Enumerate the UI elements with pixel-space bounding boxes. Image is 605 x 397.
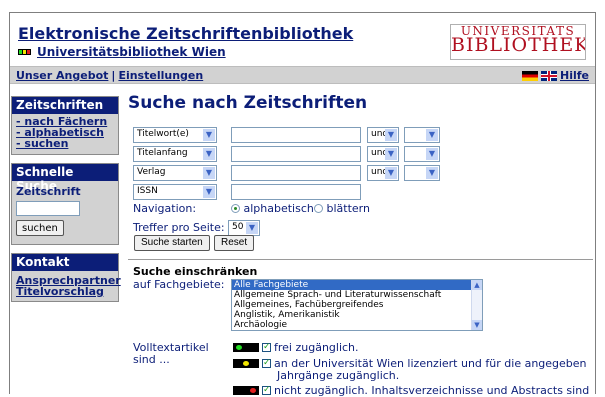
page-title: Suche nach Zeitschriften [128, 93, 368, 113]
chevron-down-icon: ▼ [426, 167, 438, 179]
site-title[interactable]: Elektronische Zeitschriftenbibliothek [18, 24, 353, 43]
list-item[interactable]: Allgemeine Sprach- und Literaturwissensc… [232, 290, 482, 300]
qualifier-select-2[interactable]: ▼ [404, 146, 440, 162]
list-item[interactable]: Anglistik, Amerikanistik [232, 310, 482, 320]
field-select-2[interactable]: Titelanfang ▼ [133, 146, 217, 162]
university-logo[interactable]: UNIVERSITÄTS BIBLIOTHEK [450, 24, 586, 60]
volltext-label: Volltextartikel sind ... [133, 341, 209, 366]
connector-select-1[interactable]: und ▼ [367, 127, 399, 143]
list-item[interactable]: Alle Fachgebiete [232, 280, 482, 290]
search-input-4[interactable] [231, 184, 361, 200]
fachgebiete-listbox[interactable]: Alle Fachgebiete Allgemeine Sprach- und … [231, 279, 483, 331]
divider [128, 259, 593, 260]
traffic-light-green-icon [233, 343, 259, 352]
scroll-down-icon[interactable]: ▼ [472, 320, 482, 330]
connector-select-2[interactable]: und ▼ [367, 146, 399, 162]
listbox-scrollbar[interactable]: ▲ ▼ [471, 280, 482, 330]
library-link[interactable]: Universitätsbibliothek Wien [18, 45, 226, 59]
access-options: frei zugänglich. an der Universität Wien… [233, 341, 593, 397]
chevron-down-icon: ▼ [385, 129, 397, 141]
radio-checked-icon[interactable] [231, 204, 240, 213]
treffer-select[interactable]: 50 ▼ [228, 220, 260, 236]
main-content: Suche nach Zeitschriften Titelwort(e) ▼ u… [128, 93, 593, 397]
checkbox-lizenziert[interactable] [262, 357, 271, 369]
list-item[interactable]: Allgemeines, Fachübergreifendes [232, 300, 482, 310]
chevron-down-icon: ▼ [203, 186, 215, 198]
field-select-4[interactable]: ISSN ▼ [133, 184, 217, 200]
sidebar-zeitschriften: Zeitschriften - nach Fächern - alphabeti… [11, 96, 119, 155]
library-name: Universitätsbibliothek Wien [37, 45, 226, 59]
english-flag-icon[interactable] [541, 70, 557, 81]
sidebar-zeitschriften-title: Zeitschriften [12, 97, 118, 114]
header: Elektronische Zeitschriftenbibliothek Un… [10, 13, 595, 63]
quick-search-input[interactable] [16, 201, 80, 216]
search-input-3[interactable] [231, 165, 361, 181]
treffer-label: Treffer pro Seite: [133, 221, 225, 234]
sidebar-kontakt: Kontakt Ansprechpartner Titelvorschlag [11, 253, 121, 302]
sidebar-link-suchen[interactable]: - suchen [16, 138, 114, 149]
option-frei: frei zugänglich. [233, 341, 593, 354]
restrict-heading: Suche einschränken [133, 265, 258, 278]
chevron-down-icon: ▼ [203, 148, 215, 160]
option-nicht-zugaenglich: nicht zugänglich. Inhaltsverzeichnisse u… [233, 384, 593, 397]
page-frame: Elektronische Zeitschriftenbibliothek Un… [9, 12, 596, 397]
kontakt-title: Kontakt [12, 254, 118, 271]
qualifier-select-1[interactable]: ▼ [404, 127, 440, 143]
chevron-down-icon: ▼ [385, 148, 397, 160]
schnelle-suche-title: Schnelle Suche [12, 164, 118, 193]
quick-search-button[interactable]: suchen [16, 220, 64, 236]
chevron-down-icon: ▼ [246, 222, 258, 234]
menu-separator: | [111, 69, 116, 82]
zeitschrift-label: Zeitschrift [16, 185, 81, 198]
chevron-down-icon: ▼ [203, 167, 215, 179]
menu-bar: Unser Angebot | Einstellungen Hilfe [10, 66, 595, 84]
radio-icon[interactable] [314, 204, 323, 213]
list-item[interactable]: Archäologie [232, 320, 482, 330]
menu-hilfe[interactable]: Hilfe [560, 69, 589, 82]
fachgebiete-label: auf Fachgebiete: [133, 278, 225, 291]
checkbox-frei[interactable] [262, 341, 271, 353]
nav-option-blaettern[interactable]: blättern [314, 202, 370, 215]
connector-select-3[interactable]: und ▼ [367, 165, 399, 181]
field-select-3[interactable]: Verlag ▼ [133, 165, 217, 181]
search-input-2[interactable] [231, 146, 361, 162]
nav-option-alphabetisch[interactable]: alphabetisch [231, 202, 314, 215]
search-input-1[interactable] [231, 127, 361, 143]
option-lizenziert: an der Universität Wien lizenziert und f… [233, 357, 593, 382]
sidebar: Zeitschriften - nach Fächern - alphabeti… [11, 96, 121, 310]
german-flag-icon[interactable] [522, 70, 538, 81]
chevron-down-icon: ▼ [203, 129, 215, 141]
menu-einstellungen[interactable]: Einstellungen [118, 69, 203, 82]
field-select-1[interactable]: Titelwort(e) ▼ [133, 127, 217, 143]
chevron-down-icon: ▼ [426, 129, 438, 141]
traffic-light-yellow-icon [233, 359, 259, 368]
reset-button[interactable]: Reset [214, 235, 255, 251]
sidebar-schnelle-suche: Schnelle Suche Zeitschrift suchen [11, 163, 119, 245]
suche-starten-button[interactable]: Suche starten [134, 235, 210, 251]
chevron-down-icon: ▼ [426, 148, 438, 160]
chevron-down-icon: ▼ [385, 167, 397, 179]
navigation-label: Navigation: [133, 202, 197, 215]
scroll-up-icon[interactable]: ▲ [472, 280, 482, 290]
menu-unser-angebot[interactable]: Unser Angebot [16, 69, 108, 82]
traffic-light-icon [18, 48, 31, 55]
sidebar-link-titelvorschlag[interactable]: Titelvorschlag [16, 286, 114, 297]
treffer-row: Treffer pro Seite: 50 ▼ [128, 219, 468, 236]
navigation-row: Navigation: alphabetisch blättern [128, 202, 468, 218]
qualifier-select-3[interactable]: ▼ [404, 165, 440, 181]
